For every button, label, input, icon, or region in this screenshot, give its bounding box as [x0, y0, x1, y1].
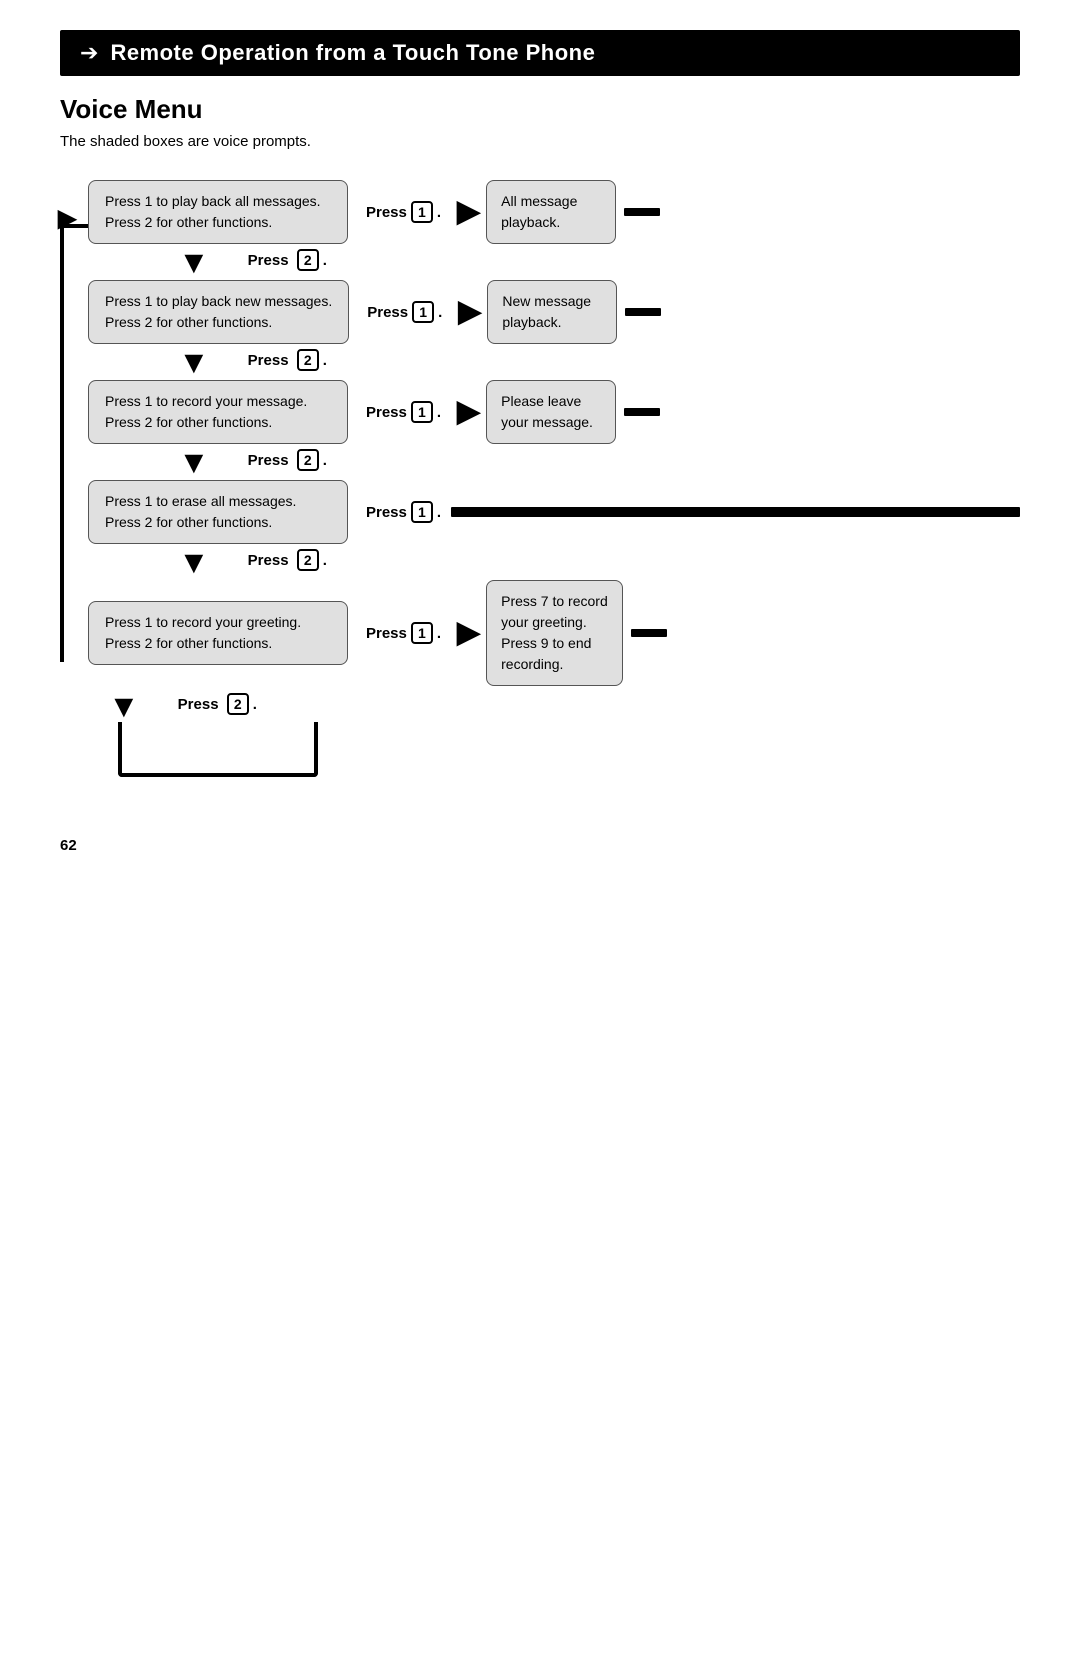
- press-2-label-1: Press 2.: [248, 249, 327, 271]
- voice-box-2-line2: Press 2 for other functions.: [105, 314, 272, 330]
- press-text-row2: Press: [367, 304, 408, 321]
- key-2-circle-1: 2: [297, 249, 319, 271]
- bottom-section: ▼ Press 2.: [98, 686, 318, 777]
- bottom-loop-box: [118, 722, 318, 777]
- voice-box-5-line1: Press 1 to record your greeting.: [105, 614, 301, 630]
- key-2-circle-4: 2: [297, 549, 319, 571]
- diagram-container: ▶ Press 1 to play back all messages. Pre…: [60, 180, 1020, 777]
- flow-row-1: Press 1 to play back all messages. Press…: [88, 180, 1020, 244]
- left-vertical-line: [60, 218, 64, 662]
- entry-arrow-icon: ▶: [58, 204, 76, 233]
- key-1-circle-row2: 1: [412, 301, 434, 323]
- header-arrow-icon: ➔: [80, 40, 98, 66]
- result-box-5: Press 7 to recordyour greeting.Press 9 t…: [486, 580, 623, 686]
- voice-box-2: Press 1 to play back new messages. Press…: [88, 280, 349, 344]
- down-arrow-icon-3: ▼: [178, 446, 210, 478]
- flow-row-2: Press 1 to play back new messages. Press…: [88, 280, 1020, 344]
- arrow-right-row3: ▶: [457, 397, 480, 427]
- key-1-circle-row4: 1: [411, 501, 433, 523]
- voice-box-3-line2: Press 2 for other functions.: [105, 414, 272, 430]
- key-1-circle-row5: 1: [411, 622, 433, 644]
- flow-row-5: Press 1 to record your greeting. Press 2…: [88, 580, 1020, 686]
- end-dash-row1: [624, 208, 660, 216]
- press-text-row1: Press: [366, 204, 407, 221]
- press-2-label-3: Press 2.: [248, 449, 327, 471]
- voice-box-1: Press 1 to play back all messages. Press…: [88, 180, 348, 244]
- flow-column: Press 1 to play back all messages. Press…: [88, 180, 1020, 777]
- end-dash-row2: [625, 308, 661, 316]
- key-2-circle-2: 2: [297, 349, 319, 371]
- result-box-1: All messageplayback.: [486, 180, 616, 244]
- press-2-label-5: Press 2.: [178, 693, 257, 715]
- voice-box-4: Press 1 to erase all messages. Press 2 f…: [88, 480, 348, 544]
- key-2-circle-5: 2: [227, 693, 249, 715]
- result-box-2: New messageplayback.: [487, 280, 617, 344]
- down-arrow-icon-4: ▼: [178, 546, 210, 578]
- header-bar: ➔ Remote Operation from a Touch Tone Pho…: [60, 30, 1020, 76]
- voice-box-4-line2: Press 2 for other functions.: [105, 514, 272, 530]
- press-1-label-row3: Press 1.: [366, 401, 441, 423]
- press-2-label-2: Press 2.: [248, 349, 327, 371]
- voice-box-3-line1: Press 1 to record your message.: [105, 393, 307, 409]
- voice-box-5: Press 1 to record your greeting. Press 2…: [88, 601, 348, 665]
- press-1-label-row1: Press 1.: [366, 201, 441, 223]
- press-text-row4: Press: [366, 504, 407, 521]
- press-1-label-row2: Press 1.: [367, 301, 442, 323]
- press-1-label-row5: Press 1.: [366, 622, 441, 644]
- header-title: Remote Operation from a Touch Tone Phone: [110, 40, 595, 66]
- end-dash-row5: [631, 629, 667, 637]
- page-number: 62: [60, 837, 1020, 854]
- subtitle: The shaded boxes are voice prompts.: [60, 133, 1020, 150]
- down-arrow-icon-2: ▼: [178, 346, 210, 378]
- key-1-circle-row3: 1: [411, 401, 433, 423]
- flow-row-4: Press 1 to erase all messages. Press 2 f…: [88, 480, 1020, 544]
- press-text-row3: Press: [366, 404, 407, 421]
- arrow-right-row2: ▶: [458, 297, 481, 327]
- voice-box-1-line1: Press 1 to play back all messages.: [105, 193, 321, 209]
- section-title: Voice Menu: [60, 94, 1020, 125]
- flow-row-3: Press 1 to record your message. Press 2 …: [88, 380, 1020, 444]
- press-text-row5: Press: [366, 625, 407, 642]
- arrow-right-row1: ▶: [457, 197, 480, 227]
- result-box-3: Please leaveyour message.: [486, 380, 616, 444]
- down-arrow-row2: ▼ Press 2.: [168, 346, 327, 378]
- down-arrow-row1: ▼ Press 2.: [168, 246, 327, 278]
- down-arrow-row4: ▼ Press 2.: [168, 546, 327, 578]
- left-top-connector: [60, 224, 88, 228]
- down-arrow-row3: ▼ Press 2.: [168, 446, 327, 478]
- voice-box-1-line2: Press 2 for other functions.: [105, 214, 272, 230]
- press-2-label-4: Press 2.: [248, 549, 327, 571]
- key-1-circle-row1: 1: [411, 201, 433, 223]
- down-arrow-icon-1: ▼: [178, 246, 210, 278]
- down-arrow-icon-5: ▼: [108, 690, 140, 722]
- key-2-circle-3: 2: [297, 449, 319, 471]
- end-dash-row3: [624, 408, 660, 416]
- erase-thick-line: [451, 507, 1020, 517]
- voice-box-2-line1: Press 1 to play back new messages.: [105, 293, 332, 309]
- arrow-right-row5: ▶: [457, 618, 480, 648]
- voice-box-4-line1: Press 1 to erase all messages.: [105, 493, 296, 509]
- voice-box-5-line2: Press 2 for other functions.: [105, 635, 272, 651]
- press-1-label-row4: Press 1.: [366, 501, 441, 523]
- voice-box-3: Press 1 to record your message. Press 2 …: [88, 380, 348, 444]
